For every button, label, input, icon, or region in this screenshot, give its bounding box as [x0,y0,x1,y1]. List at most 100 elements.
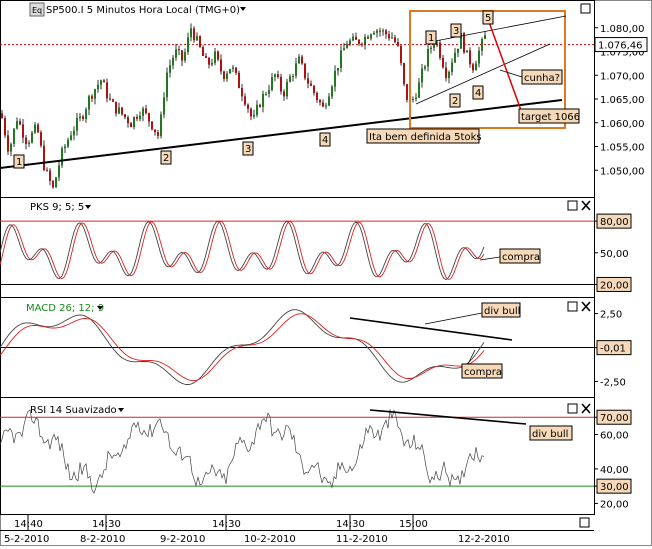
time-date-label: 8-2-2010 [80,534,125,545]
svg-text:2: 2 [452,96,458,107]
candle-body [187,37,189,53]
candle-body [286,81,288,97]
candle-body [289,76,291,82]
time-date-label: 5-2-2010 [4,534,49,545]
main-maximize-button[interactable] [580,3,591,14]
y-tick-label: 20,00 [600,280,629,291]
candle-body [196,36,198,41]
candle-body [205,55,207,58]
time-date-label: 12-2-2010 [458,534,510,545]
candle-body [250,108,252,117]
candle-body [175,49,177,58]
time-top-label: 14:40 [14,519,43,530]
candle-body [484,35,486,40]
candle-body [448,71,450,78]
maximize-icon[interactable] [567,403,578,414]
candle-body [160,114,162,136]
candle-body [451,62,453,72]
candle-body [454,52,456,63]
candle-body [139,115,141,119]
candle-body [271,77,273,90]
candle-body [193,28,195,41]
candle-body [373,32,375,35]
candle-body [58,165,60,178]
candle-body [325,105,327,107]
candle-body [418,82,420,98]
candle-body [442,57,444,68]
candle-body [91,96,93,99]
eq-badge-label: Eq [32,6,42,15]
candle-body [226,73,228,79]
candle-body [40,132,42,146]
maximize-icon[interactable] [579,517,590,528]
svg-text:1: 1 [428,33,434,44]
candle-body [112,99,114,102]
axis-pane-controls[interactable] [579,517,590,528]
ita-annotation: Ita bem definida 5toks [366,128,482,144]
main-title: SP500.I 5 Minutos Hora Local (TMG+0) [46,5,240,16]
target-annotation: target 1066 [518,108,580,124]
candle-body [412,99,414,101]
candle-body [79,116,81,119]
candle-body [427,49,429,67]
candle-body [376,30,378,33]
candle-body [82,116,84,119]
candle-body [1,113,3,119]
candle-body [280,76,282,92]
candle-body [466,50,468,53]
pks-title-bar[interactable]: PKS 9; 5; 5 [30,202,91,213]
maximize-icon[interactable] [567,301,578,312]
candle-body [172,57,174,66]
candle-body [229,68,231,74]
candle-body [136,117,138,119]
candle-body [61,148,63,166]
candle-body [265,93,267,95]
y-tick-label: 70,00 [600,413,629,424]
rsi-title-bar[interactable]: RSI 14 Suavizado [30,405,124,416]
candle-body [97,84,99,90]
candle-body [259,104,261,107]
y-tick-label: -2,50 [600,377,626,388]
candle-body [70,135,72,140]
svg-text:cunha?: cunha? [524,73,560,84]
candle-body [307,78,309,84]
candle-body [367,36,369,39]
candle-body [115,101,117,114]
compra-macd-label: compra [464,367,502,378]
candle-body [316,92,318,101]
candle-body [154,129,156,133]
candle-body [64,146,66,149]
candle-body [340,50,342,68]
chart-window: Eq SP500.I 5 Minutos Hora Local (TMG+0) … [0,0,652,546]
time-top-label: 14:30 [92,519,121,530]
y-tick-label: 2,50 [600,310,622,321]
candle-body [118,107,120,114]
candle-body [55,177,57,188]
candle-body [358,39,360,44]
candle-body [352,36,354,41]
candle-body [163,97,165,115]
maximize-icon[interactable] [567,200,578,211]
candle-body [208,57,210,65]
wave-label-4: 4 [319,132,331,147]
candle-body [232,67,234,69]
time-date-label: 10-2-2010 [244,534,296,545]
candle-body [385,30,387,35]
box-label-5: 5 [482,10,494,25]
candle-body [199,36,201,48]
macd-title-bar[interactable]: MACD 26; 12; 9 [26,303,104,314]
candle-body [370,34,372,39]
y-tick-label: 1.080,00 [600,24,645,35]
candle-body [100,80,102,85]
candle-body [127,117,129,124]
candle-body [178,49,180,51]
candle-body [283,91,285,97]
candle-body [49,170,51,181]
candle-body [295,63,297,76]
time-top-label: 14:30 [212,519,241,530]
y-tick-label: 1.050,00 [600,166,645,177]
main-title-bar[interactable]: Eq SP500.I 5 Minutos Hora Local (TMG+0) [29,2,246,17]
y-tick-label: 1.065,00 [600,95,645,106]
candle-body [379,30,381,32]
candle-body [292,75,294,77]
